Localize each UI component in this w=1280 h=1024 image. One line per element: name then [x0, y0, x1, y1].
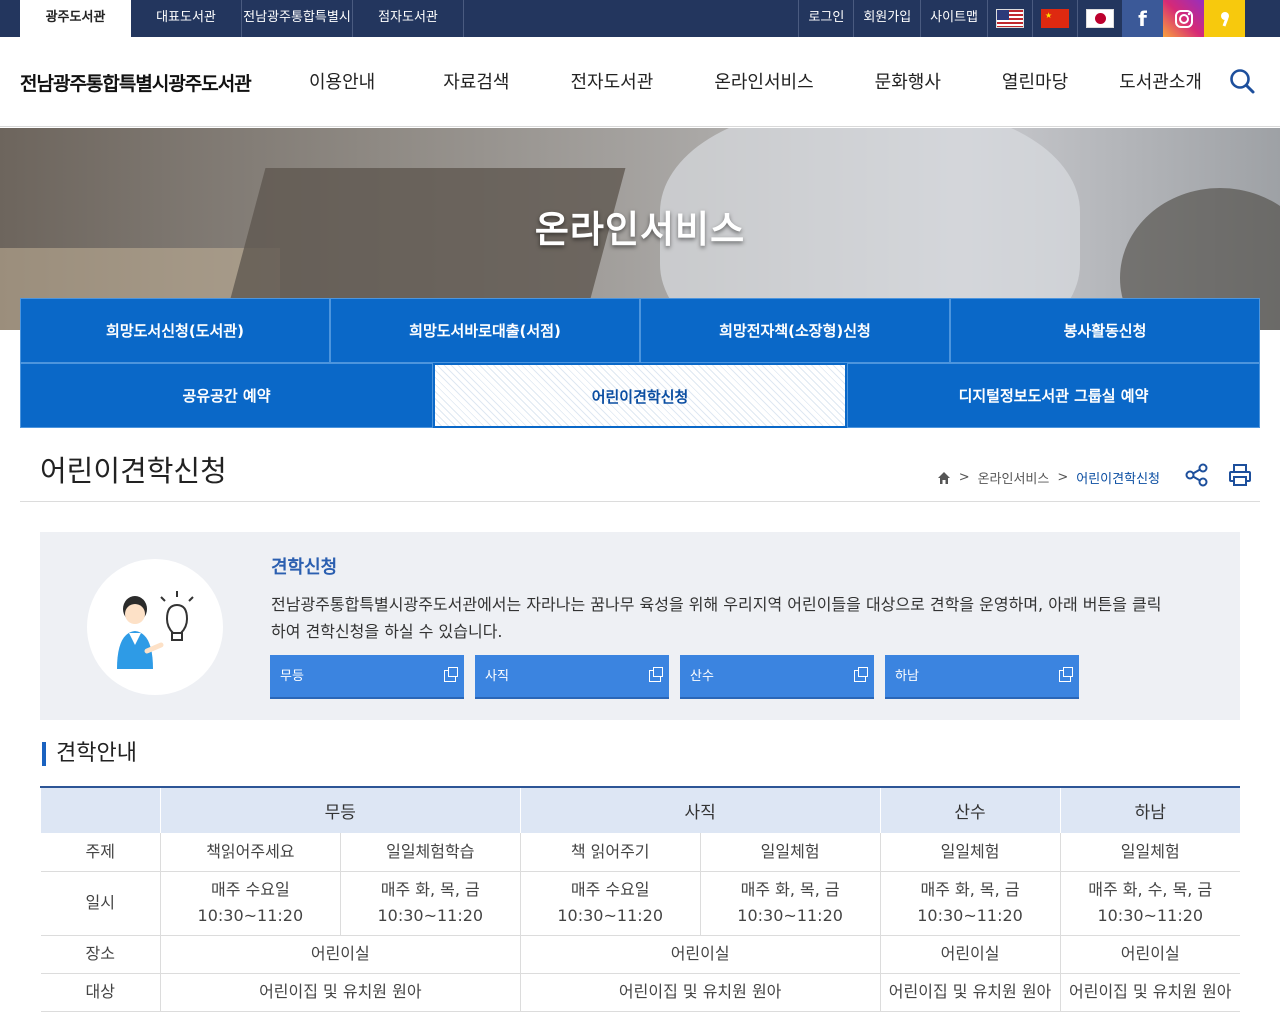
nav-usage-guide[interactable]: 이용안내 [309, 37, 375, 127]
table-cell: 어린이집 및 유치원 원아 [159, 973, 521, 1012]
breadcrumb-item[interactable]: 온라인서비스 [978, 468, 1050, 487]
signup-link[interactable]: 회원가입 [853, 0, 920, 37]
apply-hanam-button[interactable]: 하남 [885, 655, 1079, 699]
apply-sajik-button[interactable]: 사직 [475, 655, 669, 699]
submenu-wish-book-store[interactable]: 희망도서바로대출(서점) [330, 298, 640, 363]
breadcrumb-separator: > [1057, 470, 1069, 485]
tab-braille-library[interactable]: 점자도서관 [353, 0, 464, 37]
login-link[interactable]: 로그인 [798, 0, 853, 37]
guide-illustration [87, 559, 223, 695]
new-window-icon [649, 667, 663, 682]
sub-menu: 희망도서신청(도서관) 희망도서바로대출(서점) 희망전자책(소장형)신청 봉사… [20, 298, 1260, 428]
breadcrumb-current: 어린이견학신청 [1076, 472, 1160, 487]
breadcrumb: > 온라인서비스 > 어린이견학신청 [937, 468, 1160, 487]
print-icon[interactable] [1227, 462, 1253, 488]
table-header-row: 무등 사직 산수 하남 [40, 786, 1240, 833]
table-cell: 어린이집 및 유치원 원아 [519, 973, 881, 1012]
table-cell: 매주 화, 목, 금 10:30~11:20 [339, 871, 521, 936]
submenu-wish-book[interactable]: 희망도서신청(도서관) [20, 298, 330, 363]
nav-online-services[interactable]: 온라인서비스 [714, 37, 813, 127]
apply-buttons: 무등 사직 산수 하남 [270, 655, 1079, 699]
table-cell: 어린이실 [1059, 935, 1240, 974]
tab-special-city[interactable]: 전남광주통합특별시 [242, 0, 353, 37]
submenu-shared-space[interactable]: 공유공간 예약 [20, 363, 433, 428]
table-cell: 매주 수요일 10:30~11:20 [159, 871, 341, 936]
library-tabs: 광주도서관 대표도서관 전남광주통합특별시 점자도서관 [20, 0, 464, 37]
table-row: 주제 책읽어주세요 일일체험학습 책 읽어주기 일일체험 일일체험 일일체험 [40, 833, 1240, 872]
apply-mudeung-button[interactable]: 무등 [270, 655, 464, 699]
page-title: 어린이견학신청 [40, 454, 227, 488]
submenu-volunteer[interactable]: 봉사활동신청 [950, 298, 1260, 363]
site-logo[interactable]: 전남광주통합특별시광주도서관 [20, 69, 252, 96]
main-nav: 이용안내 자료검색 전자도서관 온라인서비스 문화행사 열린마당 도서관소개 [276, 37, 1202, 127]
table-cell: 매주 수요일 10:30~11:20 [519, 871, 701, 936]
section-heading: 견학안내 [42, 742, 137, 766]
header-hanam: 하남 [1059, 786, 1240, 833]
top-bar: 광주도서관 대표도서관 전남광주통합특별시 점자도서관 로그인 회원가입 사이트… [0, 0, 1280, 37]
table-cell: 어린이집 및 유치원 원아 [879, 973, 1060, 1012]
submenu-wish-ebook[interactable]: 희망전자책(소장형)신청 [640, 298, 950, 363]
nav-library-intro[interactable]: 도서관소개 [1119, 37, 1202, 127]
table-cell: 어린이실 [519, 935, 881, 974]
us-flag-icon[interactable] [987, 0, 1032, 37]
table-cell: 일일체험 [879, 833, 1060, 872]
new-window-icon [854, 667, 868, 682]
table-row: 일시 매주 수요일 10:30~11:20 매주 화, 목, 금 10:30~11:… [40, 871, 1240, 936]
table-cell: 일일체험학습 [339, 833, 521, 872]
site-header: 전남광주통합특별시광주도서관 이용안내 자료검색 전자도서관 온라인서비스 문화… [0, 37, 1280, 127]
table-cell: 책 읽어주기 [519, 833, 701, 872]
china-flag-icon[interactable]: ★ [1032, 0, 1077, 37]
japan-flag-icon[interactable] [1077, 0, 1122, 37]
search-icon[interactable] [1228, 67, 1256, 95]
header-mudeung: 무등 [159, 786, 521, 833]
breadcrumb-separator: > [958, 470, 970, 485]
tab-main-library[interactable]: 대표도서관 [131, 0, 242, 37]
nav-e-library[interactable]: 전자도서관 [571, 37, 654, 127]
nav-search-materials[interactable]: 자료검색 [443, 37, 509, 127]
new-window-icon [444, 667, 458, 682]
home-icon[interactable] [937, 471, 951, 485]
table-cell: 매주 화, 목, 금 10:30~11:20 [699, 871, 881, 936]
table-cell: 일일체험 [699, 833, 881, 872]
intro-description: 전남광주통합특별시광주도서관에서는 자라나는 꿈나무 육성을 위해 우리지역 어… [271, 595, 1162, 641]
instagram-icon[interactable] [1163, 0, 1204, 37]
submenu-children-tour[interactable]: 어린이견학신청 [433, 363, 847, 428]
new-window-icon [1059, 667, 1073, 682]
hero-title: 온라인서비스 [534, 208, 746, 251]
table-cell: 매주 화, 수, 목, 금 10:30~11:20 [1059, 871, 1240, 936]
table-cell: 어린이실 [879, 935, 1060, 974]
table-cell: 일일체험 [1059, 833, 1240, 872]
header-sajik: 사직 [519, 786, 881, 833]
nav-open-forum[interactable]: 열린마당 [1002, 37, 1068, 127]
facebook-icon[interactable]: f [1122, 0, 1163, 37]
tour-guide-table: 무등 사직 산수 하남 주제 책읽어주세요 일일체험학습 책 읽어주기 일일체험… [40, 786, 1240, 1012]
nav-cultural-events[interactable]: 문화행사 [875, 37, 941, 127]
sitemap-link[interactable]: 사이트맵 [920, 0, 987, 37]
row-label: 대상 [40, 973, 161, 1012]
submenu-group-room[interactable]: 디지털정보도서관 그룹실 예약 [847, 363, 1260, 428]
tab-gwangju-library[interactable]: 광주도서관 [20, 0, 131, 37]
page-header: 어린이견학신청 > 온라인서비스 > 어린이견학신청 [20, 428, 1260, 502]
row-label: 장소 [40, 935, 161, 974]
row-label: 일시 [40, 871, 161, 936]
kakao-icon[interactable] [1204, 0, 1245, 37]
header-sansu: 산수 [879, 786, 1060, 833]
table-cell: 어린이집 및 유치원 원아 [1059, 973, 1240, 1012]
table-cell: 책읽어주세요 [159, 833, 341, 872]
table-row: 장소 어린이실 어린이실 어린이실 어린이실 [40, 935, 1240, 974]
table-row: 대상 어린이집 및 유치원 원아 어린이집 및 유치원 원아 어린이집 및 유치… [40, 973, 1240, 1012]
utility-links: 로그인 회원가입 사이트맵 ★ f [798, 0, 1245, 37]
row-label: 주제 [40, 833, 161, 872]
apply-sansu-button[interactable]: 산수 [680, 655, 874, 699]
share-icon[interactable] [1184, 462, 1210, 488]
intro-heading: 견학신청 [271, 557, 338, 578]
table-cell: 어린이실 [159, 935, 521, 974]
intro-box: 견학신청 전남광주통합특별시광주도서관에서는 자라나는 꿈나무 육성을 위해 우… [40, 532, 1240, 720]
table-cell: 매주 화, 목, 금 10:30~11:20 [879, 871, 1060, 936]
